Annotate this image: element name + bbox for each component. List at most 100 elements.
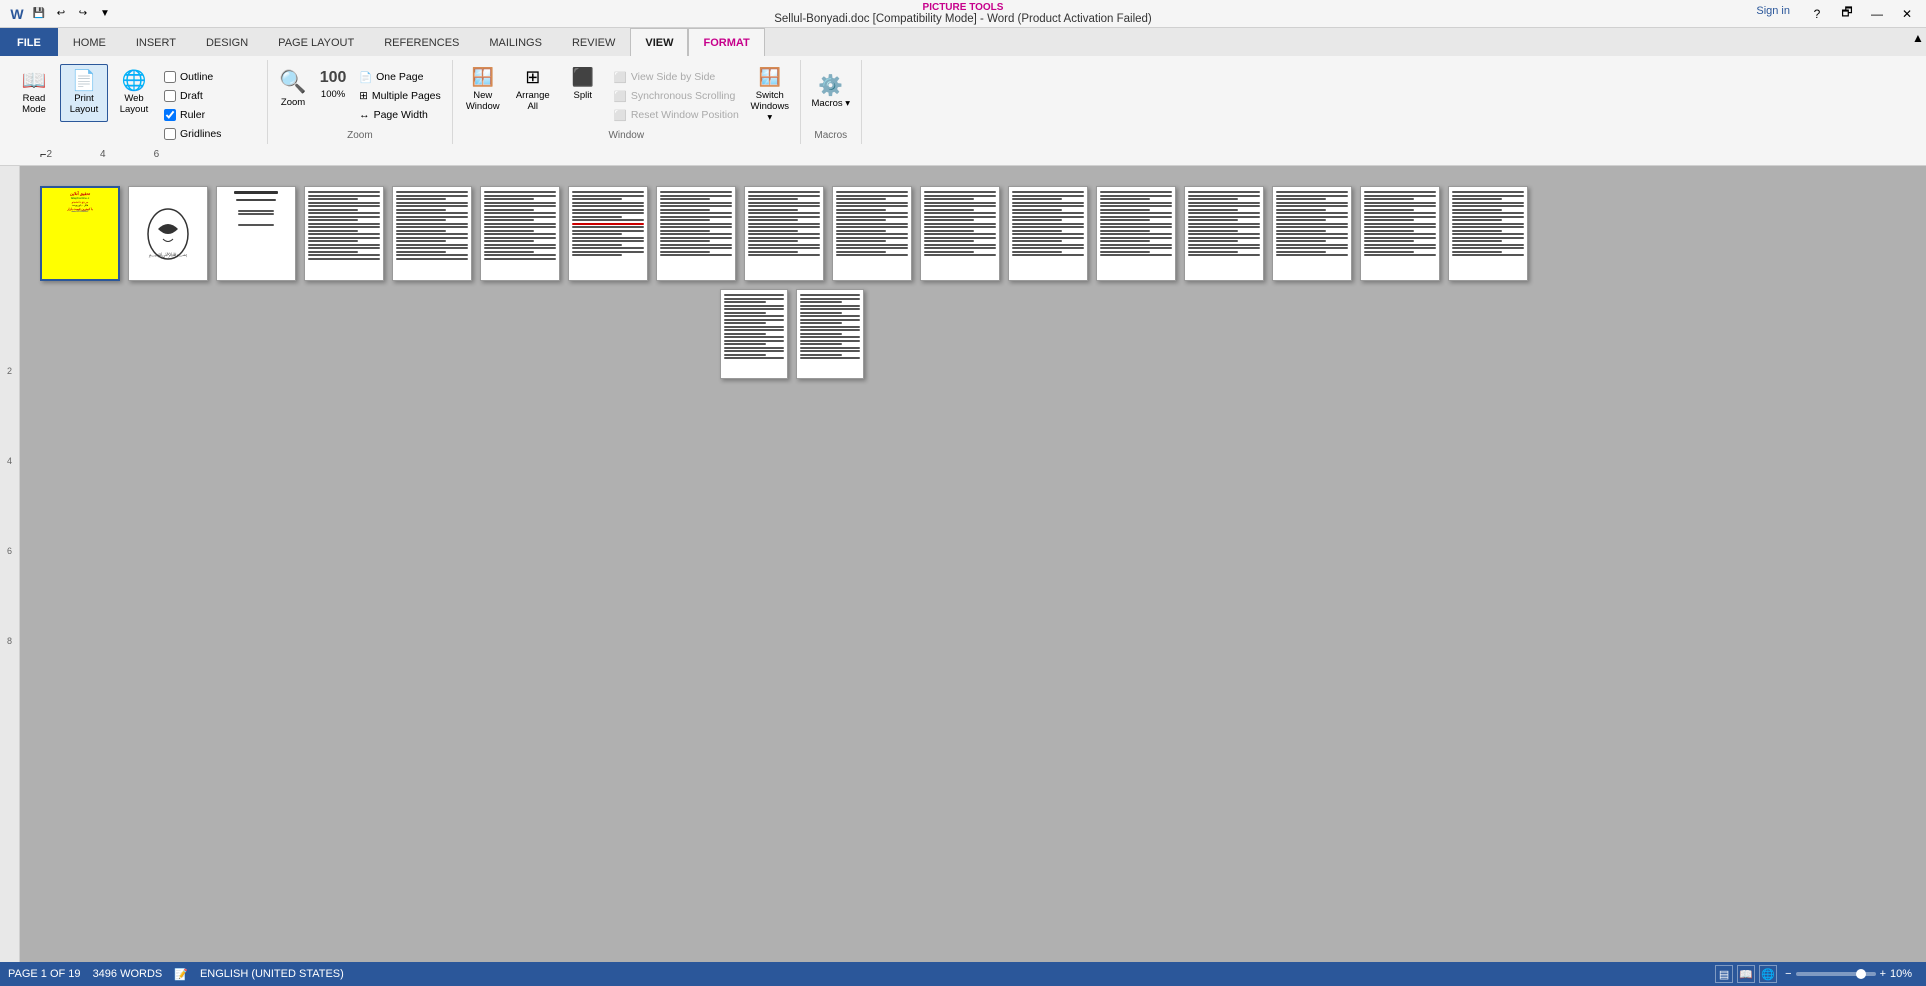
page-width-button[interactable]: ↔ Page Width xyxy=(354,106,446,124)
zoom-options-col: 📄 One Page ⊞ Multiple Pages ↔ Page Width xyxy=(354,64,446,124)
zoom-controls: − + 10% xyxy=(1785,968,1918,980)
help-button[interactable]: ? xyxy=(1806,5,1828,23)
outline-checkbox[interactable] xyxy=(164,71,176,83)
page-thumb-6[interactable] xyxy=(480,186,560,281)
tab-file[interactable]: FILE xyxy=(0,28,58,56)
title-bar: W 💾 ↩ ↪ ▼ PICTURE TOOLS Sellul-Bonyadi.d… xyxy=(0,0,1926,28)
customize-qa-button[interactable]: ▼ xyxy=(96,5,114,23)
tab-mailings[interactable]: MAILINGS xyxy=(474,28,557,56)
word-count-status[interactable]: 3496 WORDS xyxy=(93,968,163,980)
status-bar-left: PAGE 1 OF 19 3496 WORDS 📝 ENGLISH (UNITE… xyxy=(8,968,344,981)
page-thumb-11[interactable] xyxy=(920,186,1000,281)
quick-access-toolbar: W 💾 ↩ ↪ ▼ xyxy=(8,5,114,23)
read-view-button[interactable]: 📖 xyxy=(1737,965,1755,983)
page-thumb-8[interactable] xyxy=(656,186,736,281)
arrange-all-button[interactable]: ⊞ ArrangeAll xyxy=(509,64,557,122)
language-status[interactable]: ENGLISH (UNITED STATES) xyxy=(200,968,344,980)
tab-view[interactable]: VIEW xyxy=(630,28,688,56)
web-layout-button[interactable]: 🌐 WebLayout xyxy=(110,64,158,122)
one-page-icon: 📄 xyxy=(359,71,372,84)
zoom-button[interactable]: 🔍 Zoom xyxy=(274,64,312,118)
multiple-pages-button[interactable]: ⊞ Multiple Pages xyxy=(354,87,446,105)
word-icon: W xyxy=(8,5,26,23)
new-window-button[interactable]: 🪟 NewWindow xyxy=(459,64,507,122)
canvas-area[interactable]: تحقیق آنلاین falaphonline.c مرجع دانشجو … xyxy=(20,166,1926,962)
outline-checkbox-label[interactable]: Outline xyxy=(160,68,261,86)
window-group-content: 🪟 NewWindow ⊞ ArrangeAll ⬛ Split ⬜ View … xyxy=(459,60,794,128)
split-icon: ⬛ xyxy=(572,67,594,88)
page-thumb-4[interactable] xyxy=(304,186,384,281)
page-thumb-19[interactable] xyxy=(796,289,864,379)
zoom-100-button[interactable]: 100 100% xyxy=(314,64,352,118)
page-thumb-7[interactable] xyxy=(568,186,648,281)
page-thumb-14[interactable] xyxy=(1184,186,1264,281)
svg-text:﷽: ﷽ xyxy=(149,252,188,258)
synchronous-scrolling-button[interactable]: ⬜ Synchronous Scrolling xyxy=(609,87,744,105)
tab-format[interactable]: FORMAT xyxy=(688,28,764,56)
views-group: 📖 ReadMode 📄 PrintLayout 🌐 WebLayout Out… xyxy=(4,60,268,144)
reset-window-position-button[interactable]: ⬜ Reset Window Position xyxy=(609,106,744,124)
tab-home[interactable]: HOME xyxy=(58,28,121,56)
read-mode-button[interactable]: 📖 ReadMode xyxy=(10,64,58,122)
print-view-button[interactable]: ▤ xyxy=(1715,965,1733,983)
undo-button[interactable]: ↩ xyxy=(52,5,70,23)
page-thumb-13[interactable] xyxy=(1096,186,1176,281)
page-thumb-16[interactable] xyxy=(1360,186,1440,281)
draft-checkbox-label[interactable]: Draft xyxy=(160,87,261,105)
close-button[interactable]: ✕ xyxy=(1896,5,1918,23)
redo-button[interactable]: ↪ xyxy=(74,5,92,23)
web-view-button[interactable]: 🌐 xyxy=(1759,965,1777,983)
tab-references[interactable]: REFERENCES xyxy=(369,28,474,56)
gridlines-checkbox-label[interactable]: Gridlines xyxy=(160,125,261,143)
view-side-by-side-button[interactable]: ⬜ View Side by Side xyxy=(609,68,744,86)
minimize-button[interactable]: — xyxy=(1866,5,1888,23)
tab-insert[interactable]: INSERT xyxy=(121,28,191,56)
pages-row-2 xyxy=(720,289,864,379)
gridlines-checkbox[interactable] xyxy=(164,128,176,140)
switch-windows-icon: 🪟 xyxy=(759,67,781,88)
page-thumb-2[interactable]: ﷽ xyxy=(128,186,208,281)
zoom-group-label: Zoom xyxy=(274,128,446,144)
tab-page-layout[interactable]: PAGE LAYOUT xyxy=(263,28,369,56)
status-bar: PAGE 1 OF 19 3496 WORDS 📝 ENGLISH (UNITE… xyxy=(0,962,1926,986)
zoom-slider[interactable] xyxy=(1796,972,1876,976)
split-button[interactable]: ⬛ Split xyxy=(559,64,607,122)
draft-checkbox[interactable] xyxy=(164,90,176,102)
zoom-plus-button[interactable]: + xyxy=(1880,968,1886,980)
ruler-checkbox-label[interactable]: Ruler xyxy=(160,106,261,124)
tab-design[interactable]: DESIGN xyxy=(191,28,263,56)
ruler-checkbox[interactable] xyxy=(164,109,176,121)
reset-window-position-icon: ⬜ xyxy=(614,109,627,122)
collapse-ribbon-button[interactable]: ▲ xyxy=(1910,30,1926,46)
print-layout-button[interactable]: 📄 PrintLayout xyxy=(60,64,108,122)
multiple-pages-icon: ⊞ xyxy=(359,90,368,102)
zoom-minus-button[interactable]: − xyxy=(1785,968,1791,980)
page-thumb-1[interactable]: تحقیق آنلاین falaphonline.c مرجع دانشجو … xyxy=(40,186,120,281)
ruler-mark-6: 6 xyxy=(154,149,160,160)
zoom-percent-label[interactable]: 10% xyxy=(1890,968,1918,980)
page-thumb-17[interactable] xyxy=(1448,186,1528,281)
document-title: Sellul-Bonyadi.doc [Compatibility Mode] … xyxy=(774,13,1152,25)
left-sidebar: 2 4 6 8 xyxy=(0,166,20,962)
page-count-status[interactable]: PAGE 1 OF 19 xyxy=(8,968,81,980)
tab-review[interactable]: REVIEW xyxy=(557,28,630,56)
web-layout-icon: 🌐 xyxy=(122,71,147,91)
switch-windows-button[interactable]: 🪟 SwitchWindows ▾ xyxy=(746,64,794,122)
page-thumb-10[interactable] xyxy=(832,186,912,281)
page-thumb-5[interactable] xyxy=(392,186,472,281)
macros-button[interactable]: ⚙️ Macros ▾ xyxy=(807,64,855,122)
pages-row-1: تحقیق آنلاین falaphonline.c مرجع دانشجو … xyxy=(40,186,1528,281)
sign-in-link[interactable]: Sign in xyxy=(1756,5,1790,23)
restore-button[interactable]: 🗗 xyxy=(1836,5,1858,23)
one-page-button[interactable]: 📄 One Page xyxy=(354,68,446,86)
save-button[interactable]: 💾 xyxy=(30,5,48,23)
page-thumb-18[interactable] xyxy=(720,289,788,379)
zoom-100-icon: 100 xyxy=(320,69,347,87)
page-thumb-12[interactable] xyxy=(1008,186,1088,281)
page-thumb-9[interactable] xyxy=(744,186,824,281)
page-thumb-15[interactable] xyxy=(1272,186,1352,281)
zoom-group: 🔍 Zoom 100 100% 📄 One Page ⊞ Multiple Pa… xyxy=(268,60,453,144)
page-thumb-3[interactable] xyxy=(216,186,296,281)
window-group: 🪟 NewWindow ⊞ ArrangeAll ⬛ Split ⬜ View … xyxy=(453,60,801,144)
page1-contact: www.05519345647 xyxy=(45,211,115,213)
